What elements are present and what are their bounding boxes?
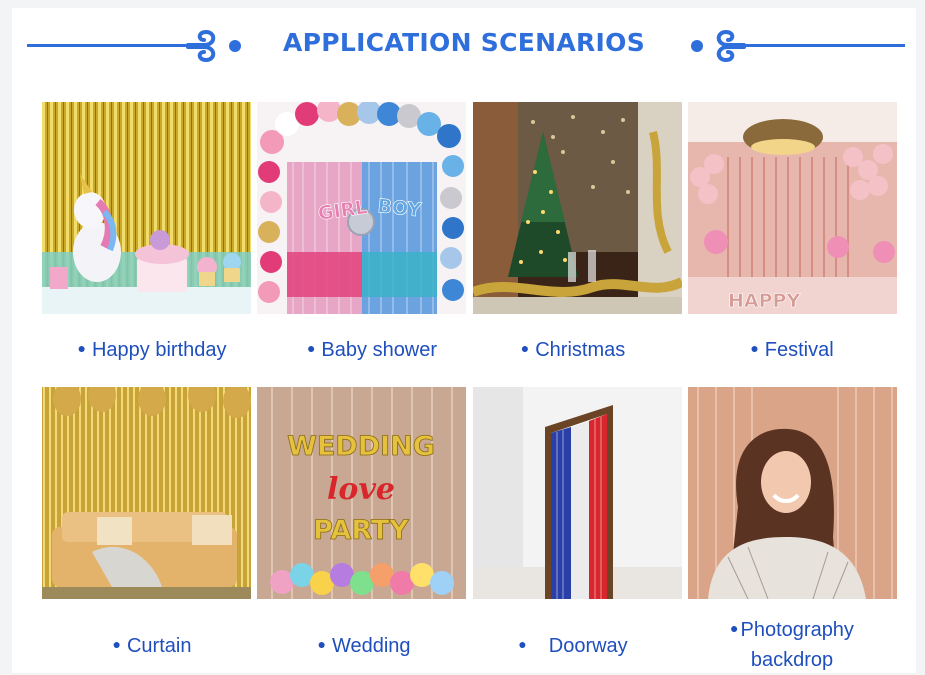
scenario-tile-christmas <box>473 102 682 314</box>
scenario-tile-wedding: WEDDING love PARTY <box>257 387 466 599</box>
doorway-photo <box>473 387 682 599</box>
happy-birthday-photo <box>42 102 251 314</box>
page-title: APPLICATION SCENARIOS <box>282 28 646 57</box>
baby-shower-photo: GIRL BOY <box>257 102 466 314</box>
scenario-tile-baby-shower: GIRL BOY <box>257 102 466 314</box>
festival-photo: HAPPY <box>688 102 897 314</box>
bullet-icon: ● <box>520 340 530 356</box>
caption-festival: ● Festival <box>750 339 834 361</box>
curtain-photo <box>42 387 251 599</box>
christmas-photo <box>473 102 682 314</box>
baby-shower-boy-text: BOY <box>376 195 422 221</box>
bullet-icon: ● <box>317 636 326 652</box>
caption-photography-backdrop: ● Photography backdrop <box>730 619 854 671</box>
festival-banner-text: HAPPY <box>728 290 800 312</box>
bullet-icon: ● <box>112 636 121 652</box>
scenario-tile-doorway <box>473 387 682 599</box>
caption-curtain: ● Curtain <box>112 635 192 657</box>
caption-wedding: ● Wedding <box>317 635 411 657</box>
scenario-tile-festival: HAPPY <box>688 102 897 314</box>
caption-christmas: ● Christmas <box>520 339 626 361</box>
bullet-icon: ● <box>77 340 86 356</box>
wedding-text-line3: PARTY <box>313 515 409 546</box>
scenario-tile-happy-birthday <box>42 102 251 314</box>
wedding-photo: WEDDING love PARTY <box>257 387 466 599</box>
photography-backdrop-photo <box>688 387 897 599</box>
wedding-text-line2: love <box>327 472 395 507</box>
scenario-tile-photography-backdrop <box>688 387 897 599</box>
bullet-icon: ● <box>750 340 759 356</box>
header-rule-right <box>737 44 905 47</box>
page: APPLICATION SCENARIOS GIRL BOY HAPPY ● H… <box>12 8 916 673</box>
wedding-text-line1: WEDDING <box>287 431 435 462</box>
bullet-icon: ● <box>306 340 316 356</box>
bullet-icon: ● <box>730 620 739 636</box>
caption-happy-birthday: ● Happy birthday <box>77 339 227 361</box>
bullet-icon: ● <box>518 636 527 652</box>
caption-doorway: ● Doorway <box>518 635 628 657</box>
scenario-tile-curtain <box>42 387 251 599</box>
caption-baby-shower: ● Baby shower <box>306 339 438 361</box>
